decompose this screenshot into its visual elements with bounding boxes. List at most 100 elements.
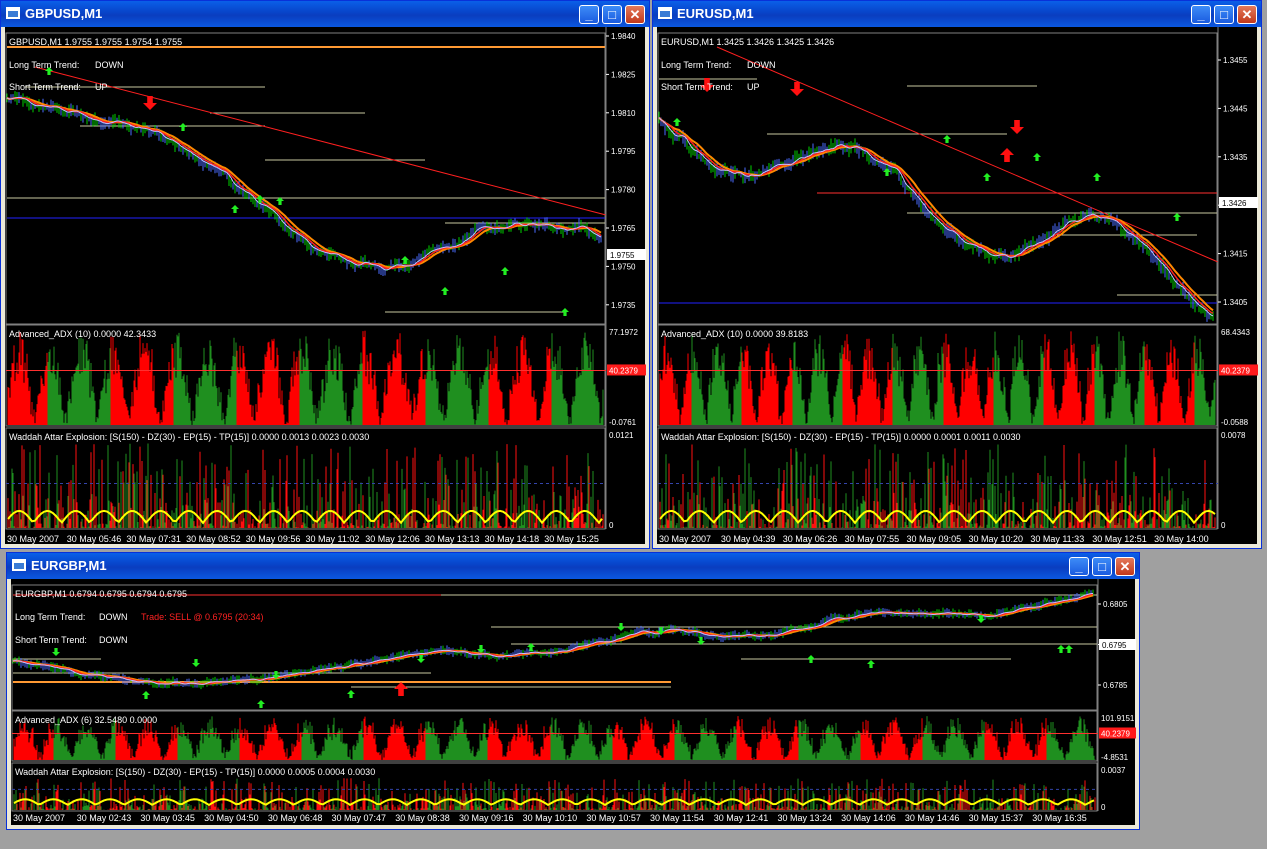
- buy-arrow-icon: [142, 691, 150, 699]
- price-label: 1.3445: [1223, 104, 1248, 113]
- maximize-button[interactable]: □: [1092, 557, 1112, 576]
- gbpusd-window[interactable]: GBPUSD,M1 _ □ ✕ GBPUSD,M1 1.9755 1.9755 …: [0, 0, 650, 549]
- time-label: 30 May 04:39: [721, 534, 776, 544]
- adx-max-label: 68.4343: [1221, 328, 1250, 337]
- adx-min-label: -0.0761: [609, 418, 637, 427]
- gbpusd-chart-area[interactable]: GBPUSD,M1 1.9755 1.9755 1.9754 1.9755 Lon…: [5, 27, 647, 546]
- eurusd-chart-area[interactable]: EURUSD,M1 1.3425 1.3426 1.3425 1.3426 Lon…: [657, 27, 1259, 546]
- eurgbp-window[interactable]: EURGBP,M1 _ □ ✕ EURGBP,M1 0.6794 0.6795 …: [6, 552, 1140, 830]
- buy-arrow-icon: [1065, 645, 1073, 653]
- price-label: 1.9780: [611, 186, 636, 195]
- panel-frame: [5, 32, 606, 325]
- moving-average-mid: [658, 117, 1214, 314]
- short-term-trend-value: UP: [747, 82, 760, 92]
- maximize-button[interactable]: □: [1214, 5, 1234, 24]
- price-label: 1.9765: [611, 224, 636, 233]
- long-term-trend-value: DOWN: [95, 60, 124, 70]
- sell-arrow-icon: [617, 623, 625, 631]
- adx-min-label: -0.0588: [1221, 418, 1249, 427]
- time-label: 30 May 2007: [7, 534, 59, 544]
- window-title: EURUSD,M1: [677, 6, 754, 21]
- eurgbp-title-bar[interactable]: EURGBP,M1 _ □ ✕: [7, 553, 1139, 579]
- buy-arrow-icon: [1173, 213, 1181, 221]
- current-price-label: 1.9755: [610, 251, 635, 260]
- adx-title: Advanced_ADX (10) 0.0000 42.3433: [9, 329, 156, 339]
- trade-status-text: Trade: SELL @ 0.6795 (20:34): [141, 612, 264, 622]
- eurusd-chart[interactable]: EURUSD,M1 1.3425 1.3426 1.3425 1.3426 Lon…: [657, 27, 1259, 546]
- minimize-button[interactable]: _: [579, 5, 599, 24]
- adx-level-label: 40.2379: [1101, 730, 1130, 739]
- time-label: 30 May 12:51: [1092, 534, 1147, 544]
- price-label: 0.6785: [1103, 681, 1128, 690]
- buy-arrow-icon: [441, 287, 449, 295]
- price-label: 1.9735: [611, 301, 636, 310]
- sell-arrow-icon: [790, 82, 804, 96]
- time-label: 30 May 15:25: [544, 534, 599, 544]
- close-button[interactable]: ✕: [1237, 5, 1257, 24]
- time-label: 30 May 13:13: [425, 534, 480, 544]
- time-label: 30 May 12:06: [365, 534, 420, 544]
- price-label: 0.6805: [1103, 600, 1128, 609]
- wae-max-label: 0.0121: [609, 431, 634, 440]
- time-label: 30 May 06:26: [783, 534, 838, 544]
- buy-arrow-icon: [179, 123, 187, 131]
- trend-line: [34, 66, 607, 216]
- time-label: 30 May 09:05: [907, 534, 962, 544]
- wae-zero-label: 0: [609, 521, 614, 530]
- eurusd-title-bar[interactable]: EURUSD,M1 _ □ ✕: [653, 1, 1261, 27]
- adx-level-label: 40.2379: [609, 366, 638, 375]
- symbol-header: GBPUSD,M1 1.9755 1.9755 1.9754 1.9755: [9, 37, 182, 47]
- buy-arrow-icon: [1000, 148, 1014, 162]
- wae-zero-label: 0: [1221, 521, 1226, 530]
- price-label: 1.9810: [611, 109, 636, 118]
- long-term-trend-value: DOWN: [747, 60, 776, 70]
- time-label: 30 May 07:55: [845, 534, 900, 544]
- long-term-trend-value: DOWN: [99, 612, 128, 622]
- adx-level-label: 40.2379: [1221, 366, 1250, 375]
- eurusd-window[interactable]: EURUSD,M1 _ □ ✕ EURUSD,M1 1.3425 1.3426 …: [652, 0, 1262, 549]
- buy-arrow-icon: [867, 660, 875, 668]
- short-term-trend-label: Short Term Trend:: [15, 635, 87, 645]
- minimize-button[interactable]: _: [1069, 557, 1089, 576]
- gbpusd-title-bar[interactable]: GBPUSD,M1 _ □ ✕: [1, 1, 649, 27]
- window-title: GBPUSD,M1: [25, 6, 103, 21]
- eurgbp-chart-area[interactable]: EURGBP,M1 0.6794 0.6795 0.6794 0.6795 Lon…: [11, 579, 1137, 827]
- eurgbp-chart[interactable]: EURGBP,M1 0.6794 0.6795 0.6794 0.6795 Lon…: [11, 579, 1137, 827]
- time-label: 30 May 11:33: [1030, 534, 1084, 544]
- price-label: 1.3455: [1223, 56, 1248, 65]
- moving-average-fast: [6, 96, 602, 271]
- wae-title: Waddah Attar Explosion: [S(150) - DZ(30)…: [9, 432, 369, 442]
- chart-window-icon: [658, 7, 672, 19]
- short-term-trend-value: DOWN: [99, 635, 128, 645]
- sell-arrow-icon: [1010, 120, 1024, 134]
- buy-arrow-icon: [561, 308, 569, 316]
- maximize-button[interactable]: □: [602, 5, 622, 24]
- short-term-trend-label: Short Term Trend:: [9, 82, 81, 92]
- sell-arrow-icon: [52, 648, 60, 656]
- buy-arrow-icon: [883, 168, 891, 176]
- gbpusd-chart[interactable]: GBPUSD,M1 1.9755 1.9755 1.9754 1.9755 Lon…: [5, 27, 647, 546]
- time-label: 30 May 14:18: [485, 534, 540, 544]
- moving-average-slow: [6, 96, 602, 269]
- wae-title: Waddah Attar Explosion: [S(150) - DZ(30)…: [661, 432, 1021, 442]
- time-label: 30 May 07:31: [126, 534, 181, 544]
- short-term-trend-value: UP: [95, 82, 108, 92]
- moving-average-slow: [12, 594, 1094, 685]
- sell-arrow-icon: [192, 659, 200, 667]
- symbol-header: EURGBP,M1 0.6794 0.6795 0.6794 0.6795: [15, 589, 187, 599]
- time-label: 30 May 08:52: [186, 534, 241, 544]
- short-term-trend-label: Short Term Trend:: [661, 82, 733, 92]
- price-label: 1.3405: [1223, 298, 1248, 307]
- time-label: 30 May 11:02: [306, 534, 360, 544]
- current-price-label: 0.6795: [1102, 641, 1127, 650]
- window-title: EURGBP,M1: [31, 558, 107, 573]
- close-button[interactable]: ✕: [1115, 557, 1135, 576]
- minimize-button[interactable]: _: [1191, 5, 1211, 24]
- panel-frame: [11, 584, 1098, 711]
- sell-arrow-icon: [477, 645, 485, 653]
- close-button[interactable]: ✕: [625, 5, 645, 24]
- time-label: 30 May 05:46: [67, 534, 122, 544]
- symbol-header: EURUSD,M1 1.3425 1.3426 1.3425 1.3426: [661, 37, 834, 47]
- price-label: 1.3415: [1223, 250, 1248, 259]
- buy-arrow-icon: [1093, 173, 1101, 181]
